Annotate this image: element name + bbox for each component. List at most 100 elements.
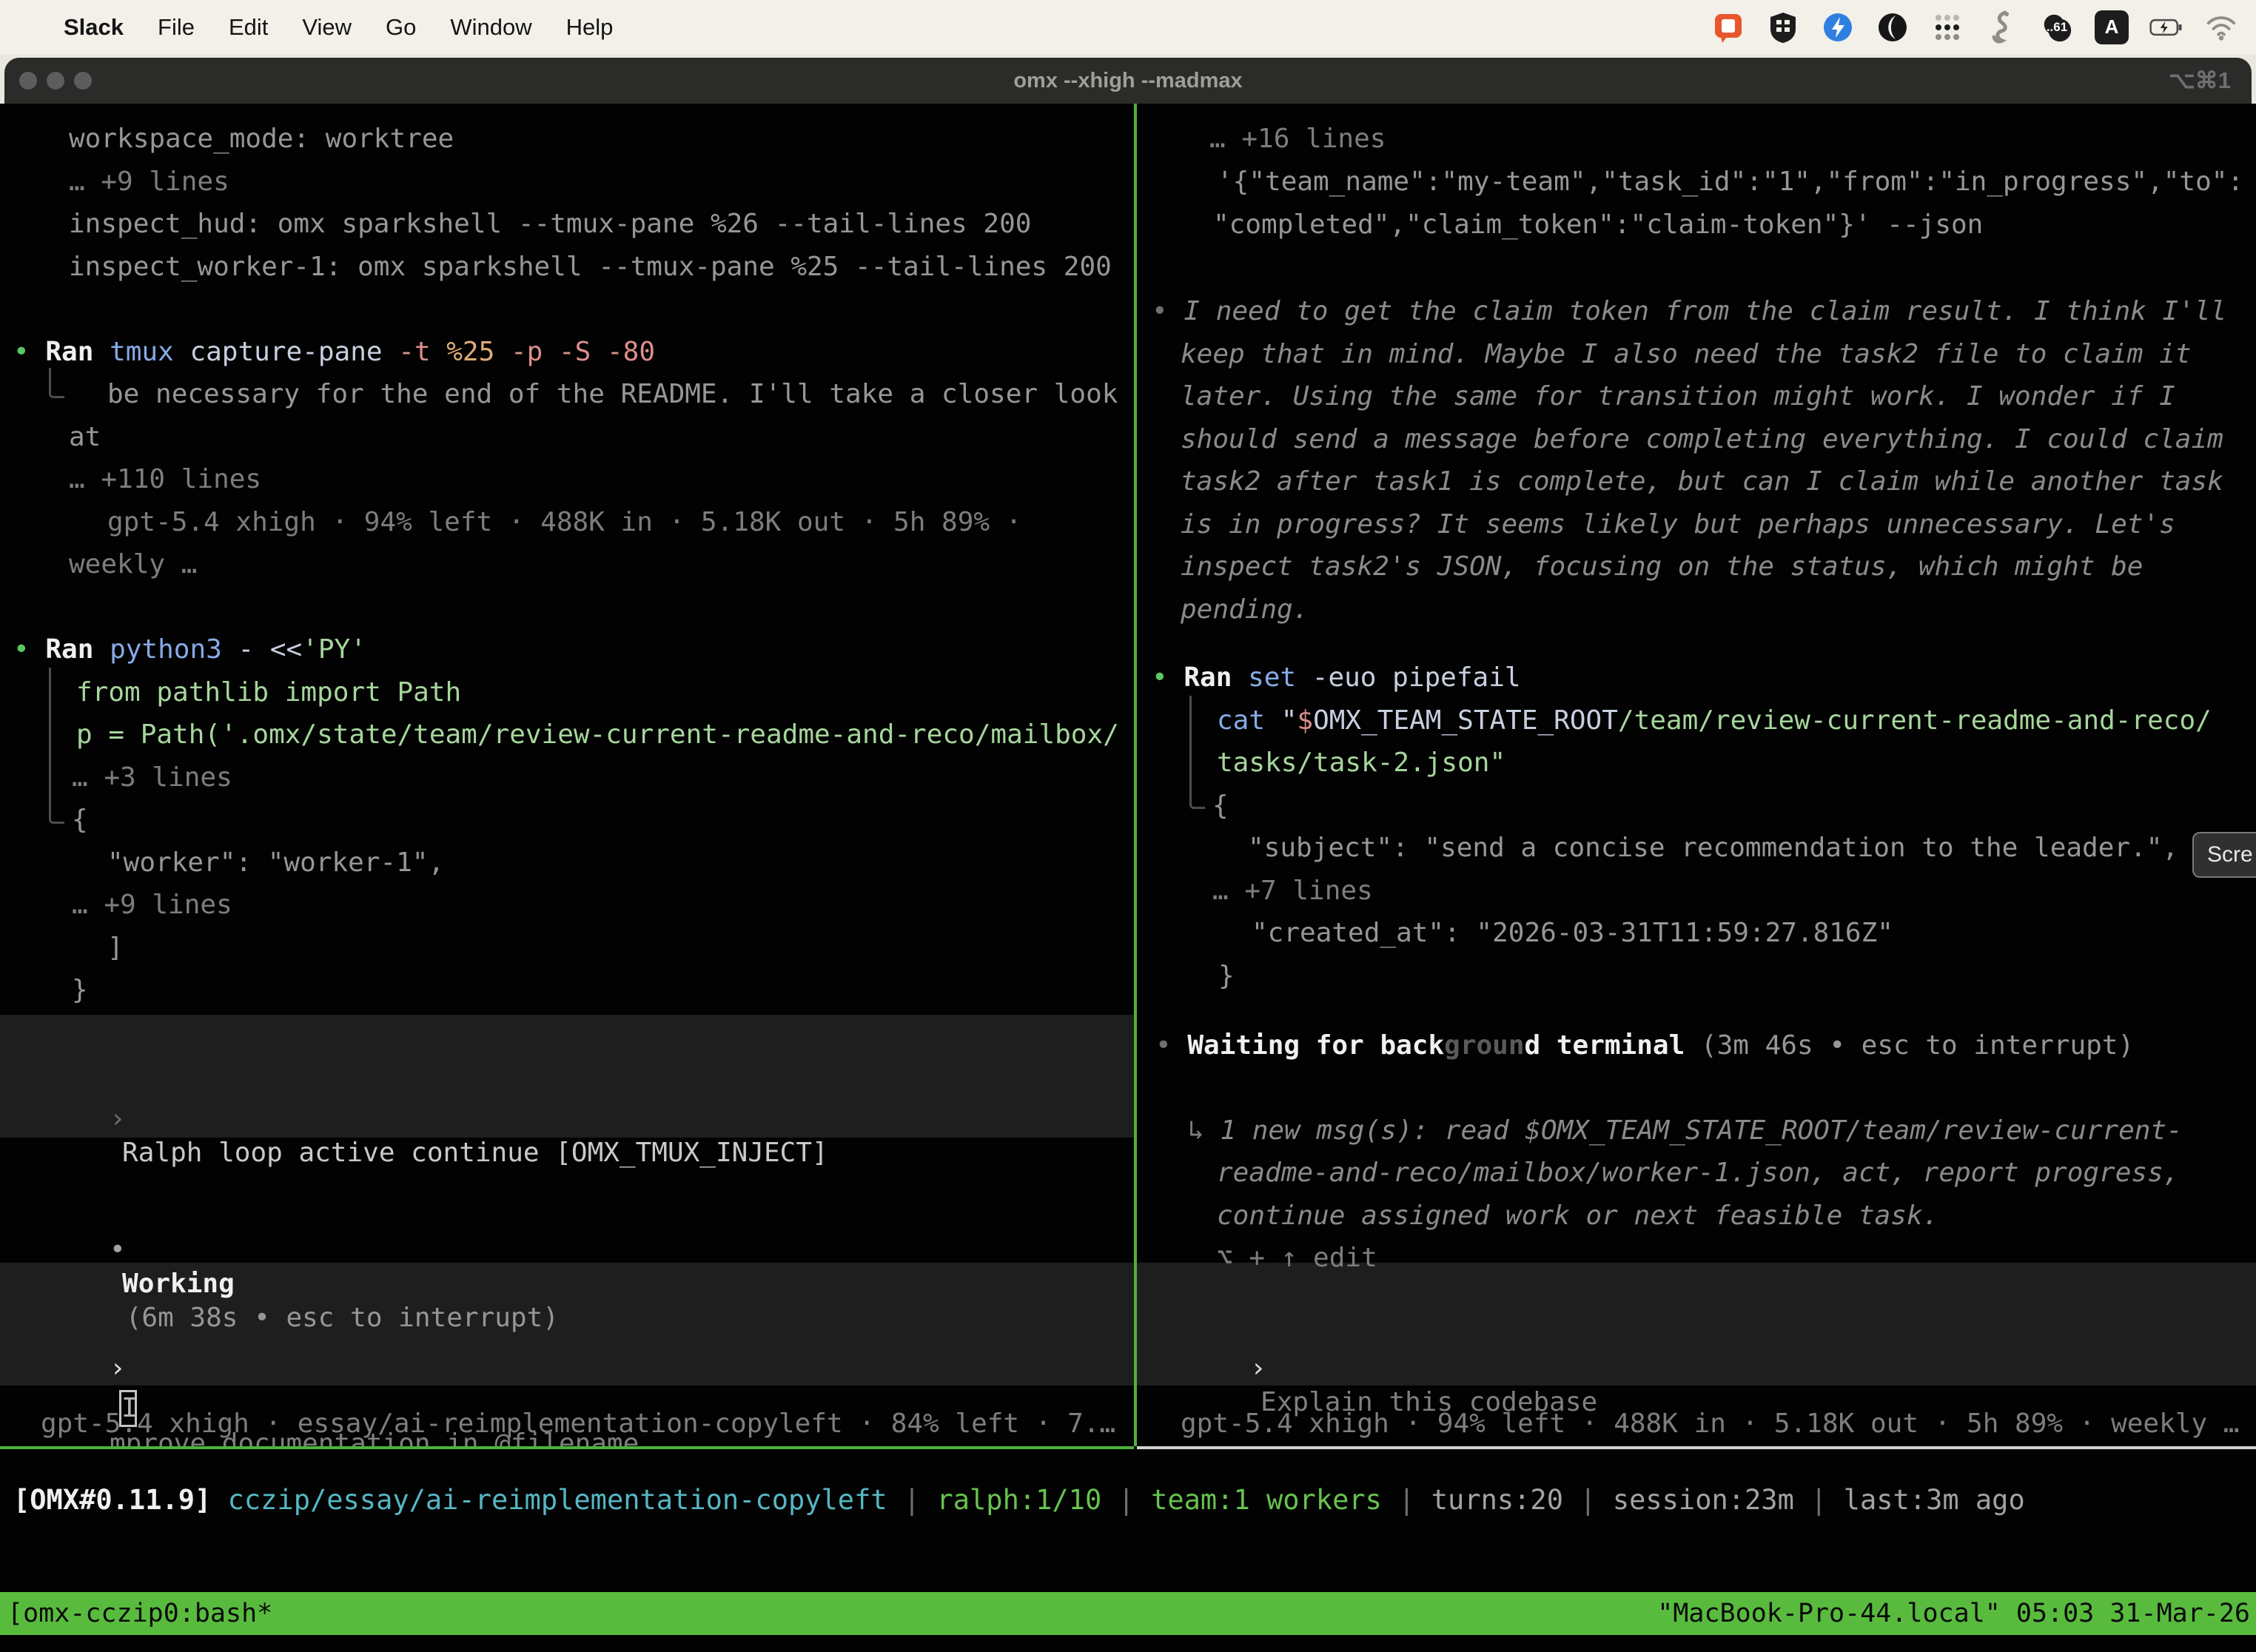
battery-charging-icon[interactable]	[2149, 10, 2183, 44]
terminal-text: weekly …	[69, 549, 197, 580]
tmux-pane-left[interactable]: workspace_mode: worktree … +9 lines inspec…	[0, 104, 1134, 1446]
dragon-icon[interactable]	[1985, 10, 2019, 44]
terminal-line: "subject": "send a concise recommendatio…	[1248, 831, 2178, 865]
omx-status-segment: |	[1563, 1484, 1613, 1516]
terminal-window: workspace_mode: worktree … +9 lines inspec…	[0, 104, 2256, 1652]
bolt-badge-icon[interactable]	[1821, 10, 1855, 44]
terminal-text: ↳	[1188, 1115, 1220, 1146]
menu-item-window[interactable]: Window	[450, 14, 531, 40]
menu-item-view[interactable]: View	[302, 14, 352, 40]
working-label: Working	[122, 1269, 235, 1299]
terminal-line: • Ran tmux capture-pane -t %25 -p -S -80	[13, 335, 655, 369]
terminal-text: OMX_TEAM_STATE_ROOT	[1313, 705, 1618, 736]
terminal-line: '{"team_name":"my-team","task_id":"1","f…	[1217, 165, 2243, 199]
terminal-text: "subject": "send a concise recommendatio…	[1248, 833, 2178, 863]
terminal-text: d terminal	[1525, 1030, 1685, 1061]
terminal-line: workspace_mode: worktree	[69, 122, 454, 156]
terminal-text: tmux	[110, 337, 174, 367]
terminal-text: ⌥ + ↑ edit	[1217, 1243, 1377, 1273]
gauge-61-label: ..61	[2047, 20, 2067, 35]
terminal-text: … +110 lines	[69, 464, 261, 494]
terminal-text: workspace_mode: worktree	[69, 124, 454, 154]
terminal-text: "completed","claim_token":"claim-token"}…	[1213, 209, 1983, 240]
omx-status-segment: |	[1794, 1484, 1844, 1516]
terminal-text: capture-pane	[174, 337, 383, 367]
terminal-text: "	[1265, 705, 1297, 736]
terminal-line: tasks/task-2.json"	[1217, 746, 1505, 780]
terminal-line: … +7 lines	[1212, 874, 1373, 908]
terminal-line: gpt-5.4 xhigh · 94% left · 488K in · 5.1…	[107, 506, 1021, 540]
terminal-text: "worker": "worker-1",	[107, 847, 444, 878]
terminal-line: ]	[107, 931, 124, 965]
terminal-line: at	[69, 420, 101, 454]
window-title-bar[interactable]: omx --xhigh --madmax ⌥⌘1	[4, 58, 2252, 104]
terminal-line: … +9 lines	[69, 165, 229, 199]
terminal-text: •	[1152, 662, 1184, 693]
shield-grid-icon[interactable]	[1766, 10, 1800, 44]
terminal-text: inspect task2's JSON, focusing on the st…	[1181, 551, 2143, 582]
terminal-line: inspect task2's JSON, focusing on the st…	[1181, 550, 2143, 584]
terminal-text: readme-and-reco/mailbox/worker-1.json, a…	[1217, 1158, 2179, 1188]
terminal-line: inspect_worker-1: omx sparkshell --tmux-…	[69, 250, 1112, 284]
input-source-icon[interactable]: A	[2095, 10, 2129, 44]
bullet-icon: •	[110, 1235, 126, 1265]
wifi-icon[interactable]	[2204, 10, 2238, 44]
terminal-text: (3m 46s • esc to interrupt)	[1685, 1030, 2134, 1061]
prompt-chevron-icon: ›	[110, 1353, 126, 1383]
terminal-line: ⌥ + ↑ edit	[1217, 1241, 1377, 1275]
terminal-text: later. Using the same for transition mig…	[1181, 381, 2175, 412]
menu-item-file[interactable]: File	[158, 14, 195, 40]
screen-tooltip: Scre	[2192, 832, 2256, 878]
terminal-text: Ran	[45, 634, 93, 665]
terminal-line: task2 after task1 is complete, but can I…	[1181, 465, 2223, 499]
terminal-text: keep that in mind. Maybe I also need the…	[1181, 339, 2191, 369]
omx-status-segment: turns:20	[1431, 1484, 1563, 1516]
terminal-text: Waiting for back	[1187, 1030, 1444, 1061]
omx-status-segment: |	[1382, 1484, 1431, 1516]
menu-item-edit[interactable]: Edit	[229, 14, 268, 40]
tmux-session-label: [omx-cczip0:bash*	[7, 1592, 272, 1635]
terminal-text: - <<	[222, 634, 302, 665]
terminal-line: p = Path('.omx/state/team/review-current…	[76, 718, 1119, 752]
menu-bar: Slack File Edit View Go Window Help ..61 A	[0, 0, 2256, 54]
record-crescent-icon[interactable]	[1876, 10, 1910, 44]
menu-item-help[interactable]: Help	[566, 14, 614, 40]
terminal-text: Ran	[45, 337, 93, 367]
terminal-text: at	[69, 422, 101, 452]
terminal-line: {	[72, 803, 88, 837]
gauge-61-icon[interactable]: ..61	[2040, 10, 2074, 44]
tmux-pane-right[interactable]: … +16 lines'{"team_name":"my-team","task…	[1137, 104, 2256, 1446]
terminal-text: set	[1248, 662, 1296, 693]
terminal-line: }	[1218, 959, 1235, 993]
terminal-text: … +7 lines	[1212, 876, 1373, 906]
omx-status-segment: session:23m	[1613, 1484, 1794, 1516]
output-connector	[49, 668, 64, 824]
terminal-line: should send a message before completing …	[1181, 423, 2223, 457]
terminal-text: "created_at": "2026-03-31T11:59:27.816Z"	[1252, 918, 1893, 948]
terminal-text	[1232, 662, 1248, 693]
window-title: omx --xhigh --madmax	[4, 58, 2252, 104]
terminal-text: cat	[1217, 705, 1265, 736]
terminal-text: is in progress? It seems likely but perh…	[1181, 509, 2175, 540]
menu-item-go[interactable]: Go	[386, 14, 416, 40]
terminal-line: • Ran set -euo pipefail	[1152, 661, 1521, 695]
terminal-text: be necessary for the end of the README. …	[107, 379, 1118, 409]
pane-border-bottom-left	[0, 1446, 1134, 1449]
output-connector	[49, 368, 64, 398]
terminal-line: from pathlib import Path	[76, 676, 461, 710]
menu-item-app[interactable]: Slack	[64, 14, 124, 41]
terminal-text: 'PY'	[302, 634, 366, 665]
terminal-text: {	[1212, 790, 1229, 821]
screenshot-icon[interactable]	[1711, 10, 1745, 44]
omx-status-segment: cczip/essay/ai-reimplementation-copyleft	[228, 1484, 887, 1516]
terminal-text: groun	[1444, 1030, 1524, 1061]
pane-border-bottom-right	[1137, 1446, 2256, 1449]
terminal-text: -p -S -80	[494, 337, 655, 367]
terminal-line: … +3 lines	[72, 761, 232, 795]
dots-grid-icon[interactable]	[1930, 10, 1964, 44]
omx-status-segment: |	[1101, 1484, 1151, 1516]
prompt-chevron-icon: ›	[1250, 1353, 1266, 1383]
ralph-banner-text: Ralph loop active continue [OMX_TMUX_INJ…	[122, 1138, 828, 1168]
terminal-text: •	[1152, 296, 1184, 326]
terminal-line: be necessary for the end of the README. …	[107, 377, 1118, 412]
